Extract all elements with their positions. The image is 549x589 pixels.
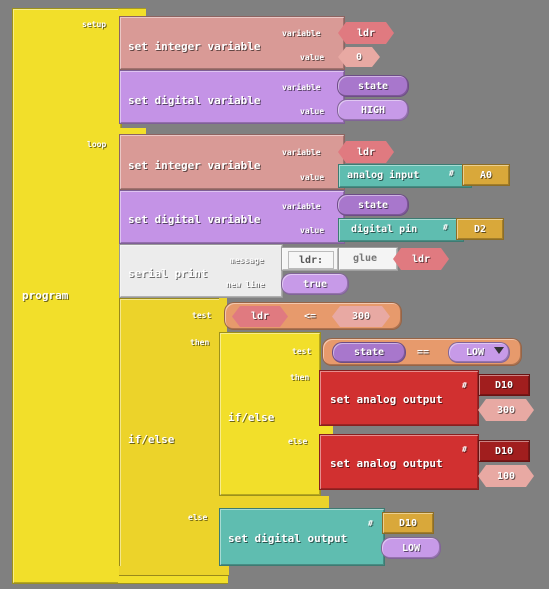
else-set-analog-output-block[interactable]: set analog output # xyxy=(319,434,479,490)
value-label: value xyxy=(300,226,325,235)
value-label: value xyxy=(300,107,325,116)
digital-pin-title: digital pin xyxy=(351,224,418,235)
variable-label: variable xyxy=(282,29,321,38)
loop-digital-variable-socket[interactable]: state xyxy=(337,194,409,216)
variable-label: variable xyxy=(282,148,321,157)
hash-label: # xyxy=(368,519,373,528)
outer-test-operator[interactable]: <= xyxy=(292,306,328,327)
block-title: serial print xyxy=(128,267,208,280)
message-label: message xyxy=(230,256,264,265)
else-analog-value-socket[interactable]: 100 xyxy=(478,465,534,487)
program-label: program xyxy=(22,289,69,302)
glue-variable-socket[interactable]: ldr xyxy=(393,248,449,270)
setup-digital-value-socket[interactable]: HIGH xyxy=(337,99,409,121)
if-else-arm-mid xyxy=(219,496,329,508)
low-dropdown-value: LOW xyxy=(465,347,485,358)
low-dropdown[interactable]: LOW xyxy=(448,342,510,363)
then-analog-pin-socket[interactable]: D10 xyxy=(478,374,530,396)
digital-pin-block[interactable]: digital pin # xyxy=(338,218,464,242)
test-label: test xyxy=(292,347,312,356)
block-title: if/else xyxy=(228,411,275,424)
value-label: value xyxy=(300,173,325,182)
else-label: else xyxy=(288,437,308,446)
block-title: set integer variable xyxy=(128,159,261,172)
digital-pin-socket[interactable]: D2 xyxy=(456,218,504,240)
block-title: if/else xyxy=(128,433,175,446)
then-analog-value-socket[interactable]: 300 xyxy=(478,399,534,421)
inner-if-else-arm-mid xyxy=(319,426,333,434)
if-else-arm-bottom xyxy=(119,566,229,576)
loop-label: loop xyxy=(87,140,107,149)
setup-int-variable-socket[interactable]: ldr xyxy=(338,22,394,44)
loop-int-variable-socket[interactable]: ldr xyxy=(338,141,394,163)
setup-digital-variable-socket[interactable]: state xyxy=(337,75,409,97)
block-title: set analog output xyxy=(330,393,443,406)
hash-label: # xyxy=(462,445,467,454)
else-label: else xyxy=(188,513,208,522)
loop-set-integer-block[interactable]: set integer variable variable value xyxy=(119,134,345,190)
then-label: then xyxy=(190,338,210,347)
inner-test-left-socket[interactable]: state xyxy=(332,342,406,363)
variable-label: variable xyxy=(282,83,321,92)
if-else-block[interactable]: if/else test then else xyxy=(119,298,221,574)
variable-label: variable xyxy=(282,202,321,211)
analog-pin-socket[interactable]: A0 xyxy=(462,164,510,186)
else-analog-pin-socket[interactable]: D10 xyxy=(478,440,530,462)
block-title: set digital variable xyxy=(128,213,261,226)
hash-label: # xyxy=(449,169,454,178)
glue-block[interactable]: glue xyxy=(338,247,398,271)
inner-if-else-block[interactable]: if/else test then else xyxy=(219,332,321,496)
new-line-socket[interactable]: true xyxy=(281,273,349,295)
serial-print-block[interactable]: serial print message new line xyxy=(119,244,283,298)
inner-test-operator[interactable]: == xyxy=(408,342,438,363)
then-set-analog-output-block[interactable]: set analog output # xyxy=(319,370,479,426)
setup-label: setup xyxy=(82,20,107,29)
analog-input-block[interactable]: analog input # xyxy=(338,164,472,188)
outer-test-left-socket[interactable]: ldr xyxy=(232,306,288,327)
block-title: set digital variable xyxy=(128,94,261,107)
loop-set-digital-block[interactable]: set digital variable variable value xyxy=(119,190,345,244)
test-label: test xyxy=(192,311,212,320)
hash-label: # xyxy=(462,381,467,390)
outer-test-right-socket[interactable]: 300 xyxy=(332,306,390,327)
block-title: set digital output xyxy=(228,532,348,545)
chevron-down-icon xyxy=(494,347,504,354)
analog-input-title: analog input xyxy=(347,170,420,181)
hash-label: # xyxy=(443,223,448,232)
message-text-socket[interactable]: ldr: xyxy=(288,251,334,269)
glue-title: glue xyxy=(353,253,378,264)
then-label: then xyxy=(290,373,310,382)
block-title: set analog output xyxy=(330,457,443,470)
setup-set-integer-block[interactable]: set integer variable variable value xyxy=(119,16,345,70)
setup-set-digital-block[interactable]: set digital variable variable value xyxy=(119,70,345,124)
block-title: set integer variable xyxy=(128,40,261,53)
new-line-label: new line xyxy=(226,280,265,289)
digital-output-pin-socket[interactable]: D10 xyxy=(382,512,434,534)
else-set-digital-output-block[interactable]: set digital output # xyxy=(219,508,385,566)
digital-output-value-socket[interactable]: LOW xyxy=(381,537,441,559)
setup-int-value-socket[interactable]: 0 xyxy=(338,47,380,67)
value-label: value xyxy=(300,53,325,62)
